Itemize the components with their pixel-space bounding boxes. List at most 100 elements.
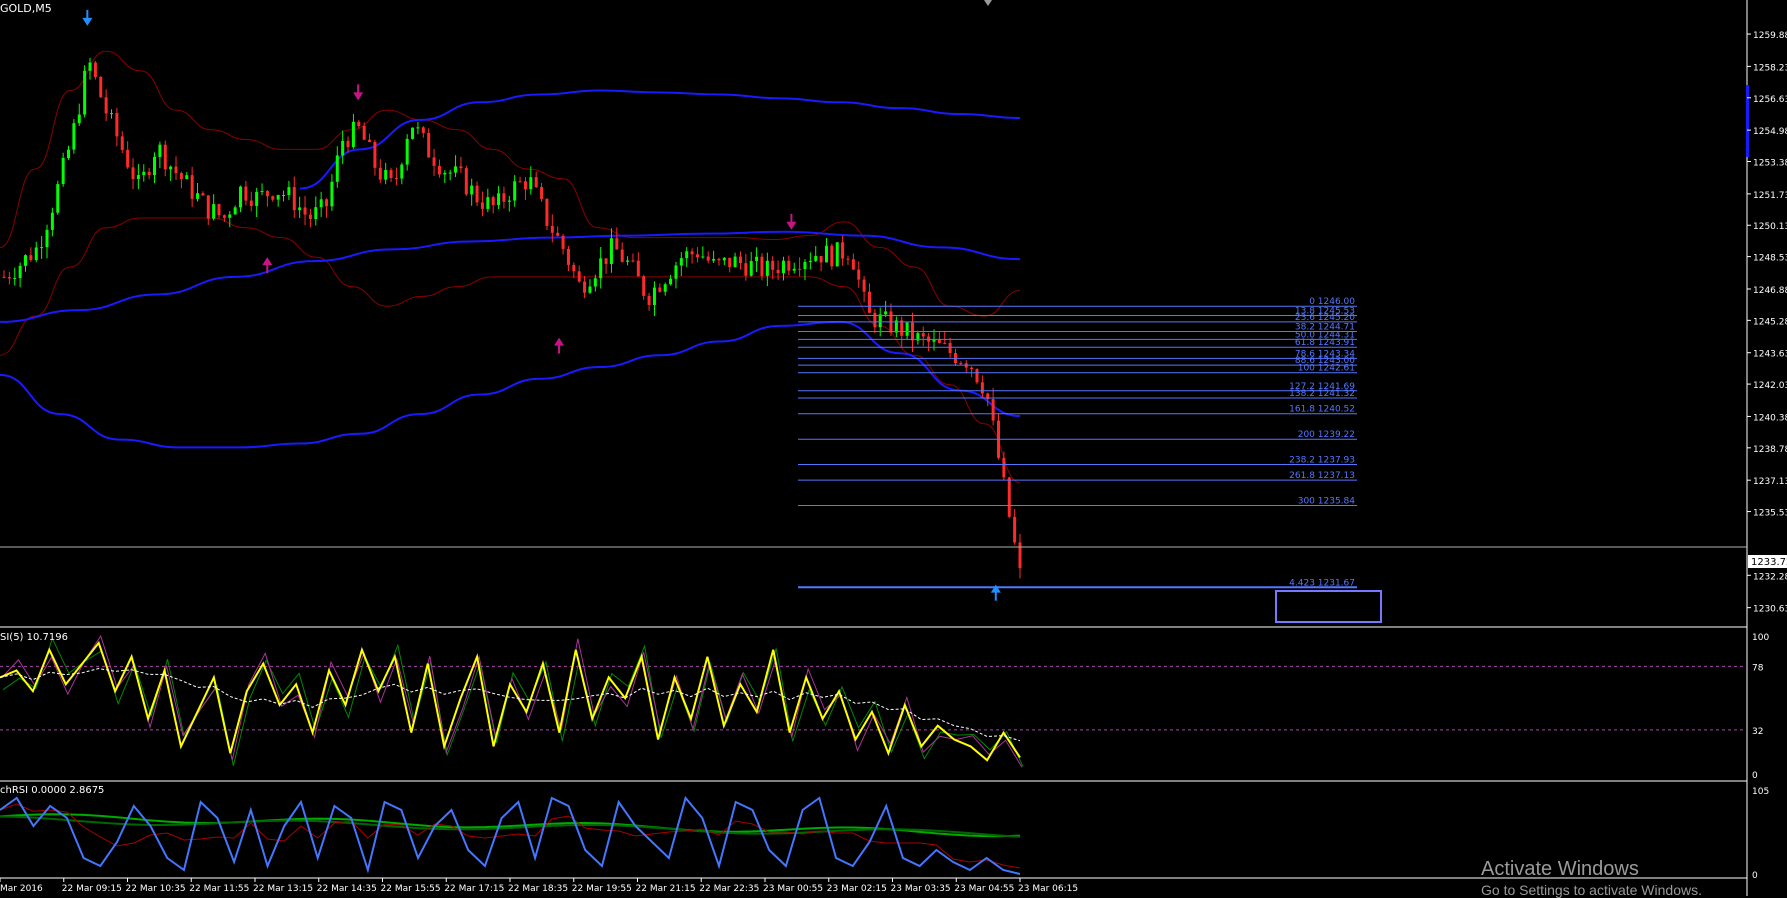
candle-body [669, 278, 673, 285]
candle-body [819, 255, 823, 263]
candle-body [814, 255, 818, 261]
candle-body [513, 181, 517, 201]
candle-body [561, 235, 565, 249]
candle-body [190, 175, 194, 199]
candle-body [577, 271, 581, 282]
candle-body [475, 185, 479, 203]
time-tick-label: 22 Mar 21:15 [636, 884, 696, 894]
candle-body [136, 175, 140, 180]
candle-body [351, 121, 355, 147]
time-tick-label: 22 Mar 13:15 [253, 884, 313, 894]
candle-body [142, 171, 146, 176]
candle-body [77, 114, 81, 124]
price-tick-label: 1230.63 [1753, 605, 1787, 615]
candle-body [626, 260, 630, 262]
candle-body [325, 199, 329, 207]
candle-body [712, 258, 716, 261]
fib-level-label: 200 1239.22 [1298, 430, 1355, 440]
candle-body [50, 212, 54, 230]
candle-body [991, 399, 995, 421]
price-tick-label: 1237.13 [1753, 477, 1787, 487]
candle-body [314, 207, 318, 220]
candle-body [1007, 477, 1011, 517]
candle-body [685, 251, 689, 259]
candle-body [642, 276, 646, 296]
candle-body [110, 113, 114, 115]
candle-body [287, 187, 291, 195]
candle-body [7, 277, 11, 279]
candle-body [255, 191, 259, 207]
rsi-tick-label: 0 [1752, 771, 1758, 781]
candle-body [663, 284, 667, 292]
candle-body [771, 260, 775, 270]
candle-body [212, 204, 216, 219]
candle-body [583, 281, 587, 293]
candle-body [67, 149, 71, 159]
price-tick-label: 1251.73 [1753, 191, 1787, 201]
candle-body [308, 214, 312, 220]
candle-body [394, 177, 398, 179]
candle-body [29, 255, 33, 261]
candle-body [147, 171, 151, 176]
candle-body [798, 268, 802, 270]
candle-body [776, 269, 780, 274]
candle-body [900, 320, 904, 336]
candle-body [867, 291, 871, 313]
time-tick-label: 23 Mar 02:15 [827, 884, 887, 894]
candle-body [905, 322, 909, 336]
candle-body [803, 261, 807, 269]
candle-body [244, 186, 248, 201]
candle-body [362, 126, 366, 140]
candle-body [228, 214, 232, 218]
candle-body [131, 167, 135, 180]
candle-body [674, 265, 678, 279]
price-tick-label: 1232.28 [1753, 572, 1787, 582]
candle-body [975, 369, 979, 383]
time-tick-label: 22 Mar 14:35 [317, 884, 377, 894]
candle-body [717, 258, 721, 261]
candle-body [1018, 542, 1022, 569]
candle-body [99, 76, 103, 98]
price-tick-label: 1248.53 [1753, 254, 1787, 264]
fib-level-label: 261.8 1237.13 [1289, 471, 1355, 481]
time-tick-label: Mar 2016 [0, 884, 43, 894]
candle-body [169, 166, 173, 170]
candle-body [841, 242, 845, 259]
candle-body [378, 167, 382, 180]
candle-body [497, 193, 501, 206]
candle-body [835, 242, 839, 267]
candle-body [217, 204, 221, 216]
candle-body [1013, 516, 1017, 543]
time-tick-label: 22 Mar 18:35 [508, 884, 568, 894]
time-tick-label: 22 Mar 09:15 [62, 884, 122, 894]
candle-body [271, 196, 275, 200]
candle-body [733, 256, 737, 268]
candle-body [72, 123, 76, 150]
price-tick-label: 1243.63 [1753, 350, 1787, 360]
candle-body [604, 258, 608, 264]
candle-body [163, 144, 167, 170]
candle-body [405, 138, 409, 165]
candle-body [341, 140, 345, 156]
rsi-tick-label: 100 [1752, 633, 1769, 643]
candle-body [787, 260, 791, 271]
candle-body [690, 251, 694, 255]
candle-body [260, 190, 264, 192]
fib-level-label: 138.2 1241.32 [1289, 389, 1355, 399]
time-tick-label: 22 Mar 19:55 [572, 884, 632, 894]
price-tick-label: 1242.03 [1753, 381, 1787, 391]
candle-body [540, 187, 544, 199]
candle-body [179, 173, 183, 180]
time-tick-label: 22 Mar 22:35 [699, 884, 759, 894]
rsi-label: SI(5) 10.7196 [0, 632, 68, 643]
candle-body [120, 136, 124, 150]
price-tick-label: 1240.38 [1753, 413, 1787, 423]
candle-body [239, 186, 243, 208]
candle-body [88, 62, 92, 71]
candle-body [411, 127, 415, 139]
candle-body [701, 256, 705, 258]
candle-body [2, 276, 6, 278]
stoch-tick-label: 105 [1752, 787, 1769, 797]
candle-body [588, 286, 592, 293]
price-scale-handle[interactable] [1746, 85, 1749, 157]
